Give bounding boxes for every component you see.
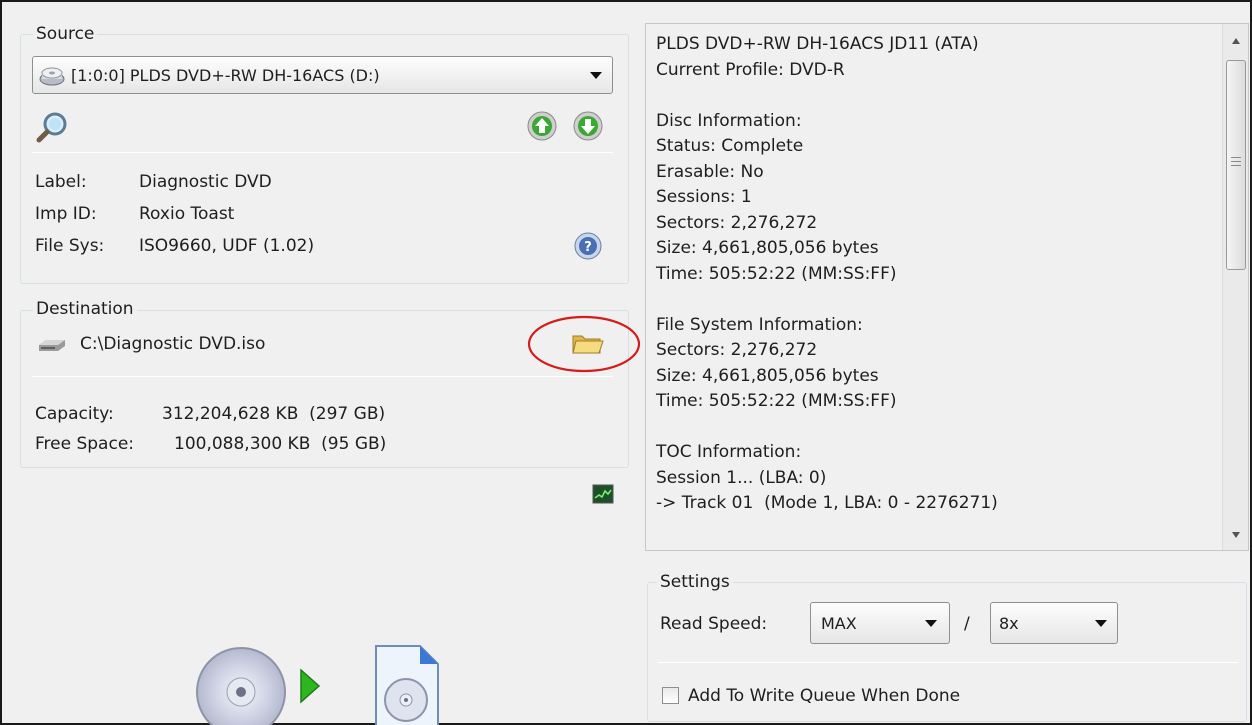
read-speed-value: MAX	[821, 613, 857, 633]
impid-value: Roxio Toast	[139, 204, 235, 224]
capacity-key: Capacity:	[35, 404, 114, 424]
add-to-write-queue-label[interactable]: Add To Write Queue When Done	[688, 686, 960, 706]
help-icon[interactable]: ?	[572, 230, 604, 267]
label-key: Label:	[35, 172, 87, 192]
disc-info-text: PLDS DVD+-RW DH-16ACS JD11 (ATA) Current…	[656, 34, 998, 513]
chevron-down-icon	[1095, 620, 1107, 627]
search-icon[interactable]	[35, 110, 71, 149]
scroll-down-icon[interactable]	[1232, 532, 1240, 538]
annotation-circle	[527, 315, 641, 373]
write-speed-value: 8x	[999, 613, 1019, 633]
read-speed-select[interactable]: MAX	[810, 602, 950, 644]
scroll-thumb[interactable]	[1226, 60, 1246, 270]
speed-separator-slash: /	[964, 614, 970, 634]
arrow-down-icon[interactable]	[572, 110, 604, 147]
play-icon	[299, 668, 321, 709]
filesys-value: ISO9660, UDF (1.02)	[139, 236, 315, 256]
image-file-icon	[372, 642, 442, 725]
write-speed-select[interactable]: 8x	[990, 602, 1118, 644]
source-separator	[32, 152, 613, 153]
disc-info-panel[interactable]: PLDS DVD+-RW DH-16ACS JD11 (ATA) Current…	[645, 23, 1249, 551]
svg-text:?: ?	[584, 240, 592, 255]
destination-path: C:\Diagnostic DVD.iso	[80, 334, 266, 354]
source-drive-select[interactable]: [1:0:0] PLDS DVD+-RW DH-16ACS (D:)	[32, 56, 613, 94]
activity-graph-icon[interactable]	[592, 484, 614, 509]
label-value: Diagnostic DVD	[139, 172, 272, 192]
source-drive-select-value: [1:0:0] PLDS DVD+-RW DH-16ACS (D:)	[71, 65, 380, 85]
capacity-value: 312,204,628 KB (297 GB)	[162, 404, 386, 424]
scroll-up-icon[interactable]	[1232, 38, 1240, 44]
settings-separator	[658, 662, 1238, 663]
read-speed-label: Read Speed:	[660, 614, 768, 634]
hard-disk-icon	[37, 337, 67, 358]
free-space-value: 100,088,300 KB (95 GB)	[174, 434, 387, 454]
destination-title: Destination	[33, 299, 137, 319]
source-title: Source	[33, 24, 98, 44]
arrow-up-icon[interactable]	[526, 110, 558, 147]
filesys-key: File Sys:	[35, 236, 105, 256]
info-scrollbar[interactable]	[1222, 24, 1248, 550]
window: Source [1:0:0] PLDS DVD+-RW DH-16ACS (D:…	[0, 0, 1252, 725]
settings-title: Settings	[657, 572, 733, 592]
chevron-down-icon	[925, 620, 937, 627]
disc-icon	[195, 646, 287, 725]
free-space-key: Free Space:	[35, 434, 135, 454]
add-to-write-queue-checkbox[interactable]	[662, 687, 679, 704]
destination-separator	[32, 376, 613, 377]
dvd-drive-icon	[39, 64, 65, 86]
impid-key: Imp ID:	[35, 204, 97, 224]
chevron-down-icon	[590, 72, 602, 79]
